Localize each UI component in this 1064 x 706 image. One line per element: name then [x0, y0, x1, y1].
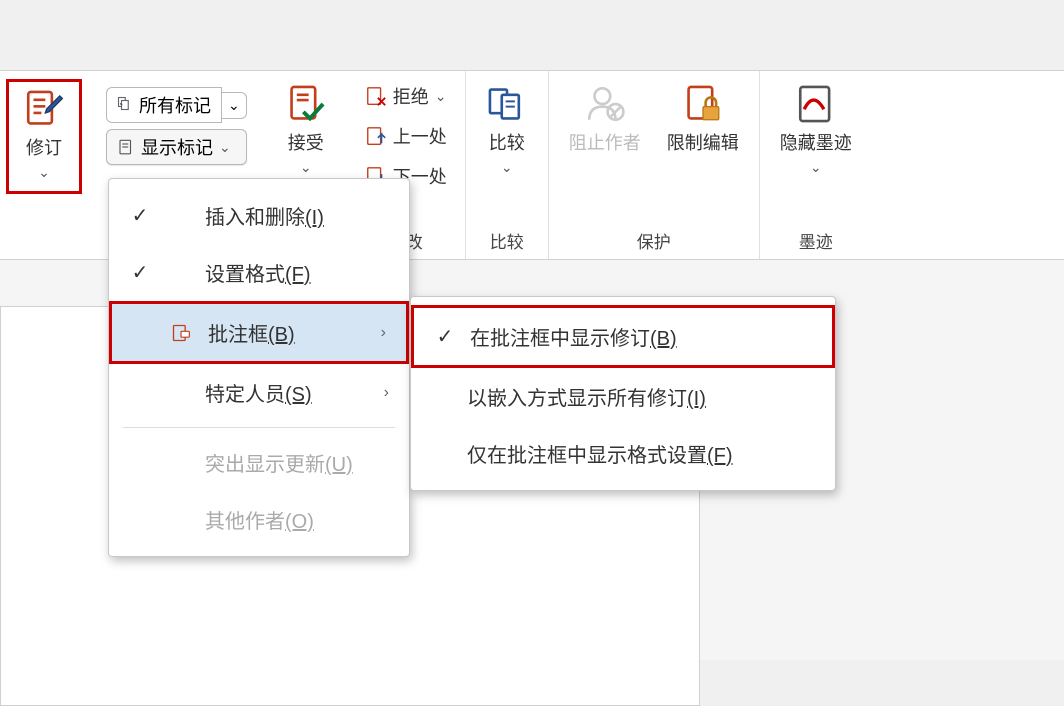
menu-other-authors: 其他作者(O) — [109, 491, 409, 548]
restrict-editing-button[interactable]: 限制编辑 — [659, 79, 747, 159]
block-authors-icon — [584, 83, 626, 125]
show-markup-menu: ✓ 插入和删除(I) ✓ 设置格式(F) 批注框(B) › 特定人员(S) › … — [108, 178, 410, 557]
compare-icon — [486, 83, 528, 125]
submenu-show-all-inline[interactable]: 以嵌入方式显示所有修订(I) — [411, 368, 835, 425]
accept-button[interactable]: 接受 ⌄ — [277, 79, 335, 180]
ink-group-label: 墨迹 — [760, 228, 872, 253]
menu-separator — [123, 427, 395, 428]
track-changes-button[interactable]: 修订 ⌄ — [6, 79, 82, 194]
previous-label: 上一处 — [393, 123, 447, 149]
submenu-show-only-formatting[interactable]: 仅在批注框中显示格式设置(F) — [411, 425, 835, 482]
check-icon: ✓ — [129, 260, 151, 285]
compare-button[interactable]: 比较 ⌄ — [478, 79, 536, 180]
chevron-down-icon: ⌄ — [501, 159, 513, 176]
previous-button[interactable]: 上一处 — [359, 119, 453, 153]
hide-ink-button[interactable]: 隐藏墨迹 ⌄ — [772, 79, 860, 180]
reject-icon — [365, 85, 387, 107]
document-icon — [117, 138, 135, 156]
chevron-down-icon: ⌄ — [435, 88, 447, 105]
show-markup-label: 显示标记 — [141, 134, 213, 160]
restrict-editing-icon — [682, 83, 724, 125]
chevron-down-icon: ⌄ — [219, 139, 231, 156]
submenu-show-revisions-in-balloons[interactable]: ✓ 在批注框中显示修订(B) — [411, 305, 835, 368]
show-markup-button[interactable]: 显示标记 ⌄ — [106, 129, 247, 165]
protect-group-label: 保护 — [549, 228, 759, 253]
chevron-down-icon[interactable]: ⌄ — [222, 92, 247, 119]
chevron-down-icon: ⌄ — [810, 159, 822, 176]
markup-icon — [117, 96, 135, 114]
menu-formatting[interactable]: ✓ 设置格式(F) — [109, 244, 409, 301]
check-icon: ✓ — [129, 203, 151, 228]
compare-label: 比较 — [489, 129, 525, 155]
hide-ink-icon — [795, 83, 837, 125]
track-changes-icon — [23, 88, 65, 130]
reject-button[interactable]: 拒绝 ⌄ — [359, 79, 453, 113]
chevron-right-icon: › — [368, 324, 386, 342]
display-for-review-combo[interactable]: 所有标记 ⌄ — [106, 87, 247, 123]
menu-balloons[interactable]: 批注框(B) › — [109, 301, 409, 364]
all-markup-label: 所有标记 — [139, 92, 211, 118]
previous-icon — [365, 125, 387, 147]
check-icon: ✓ — [434, 324, 456, 349]
menu-highlight-updates: 突出显示更新(U) — [109, 434, 409, 491]
menu-specific-people[interactable]: 特定人员(S) › — [109, 364, 409, 421]
chevron-right-icon: › — [371, 384, 389, 402]
reject-label: 拒绝 — [393, 83, 429, 109]
compare-group-label: 比较 — [466, 228, 548, 253]
accept-icon — [285, 83, 327, 125]
hide-ink-label: 隐藏墨迹 — [780, 129, 852, 155]
accept-label: 接受 — [288, 129, 324, 155]
block-authors-button: 阻止作者 — [561, 79, 649, 159]
track-changes-label: 修订 — [26, 134, 62, 160]
balloons-submenu: ✓ 在批注框中显示修订(B) 以嵌入方式显示所有修订(I) 仅在批注框中显示格式… — [410, 296, 836, 491]
block-authors-label: 阻止作者 — [569, 129, 641, 155]
chevron-down-icon: ⌄ — [38, 164, 50, 181]
restrict-editing-label: 限制编辑 — [667, 129, 739, 155]
balloon-icon — [168, 323, 194, 343]
menu-insertions-deletions[interactable]: ✓ 插入和删除(I) — [109, 187, 409, 244]
chevron-down-icon: ⌄ — [300, 159, 312, 176]
